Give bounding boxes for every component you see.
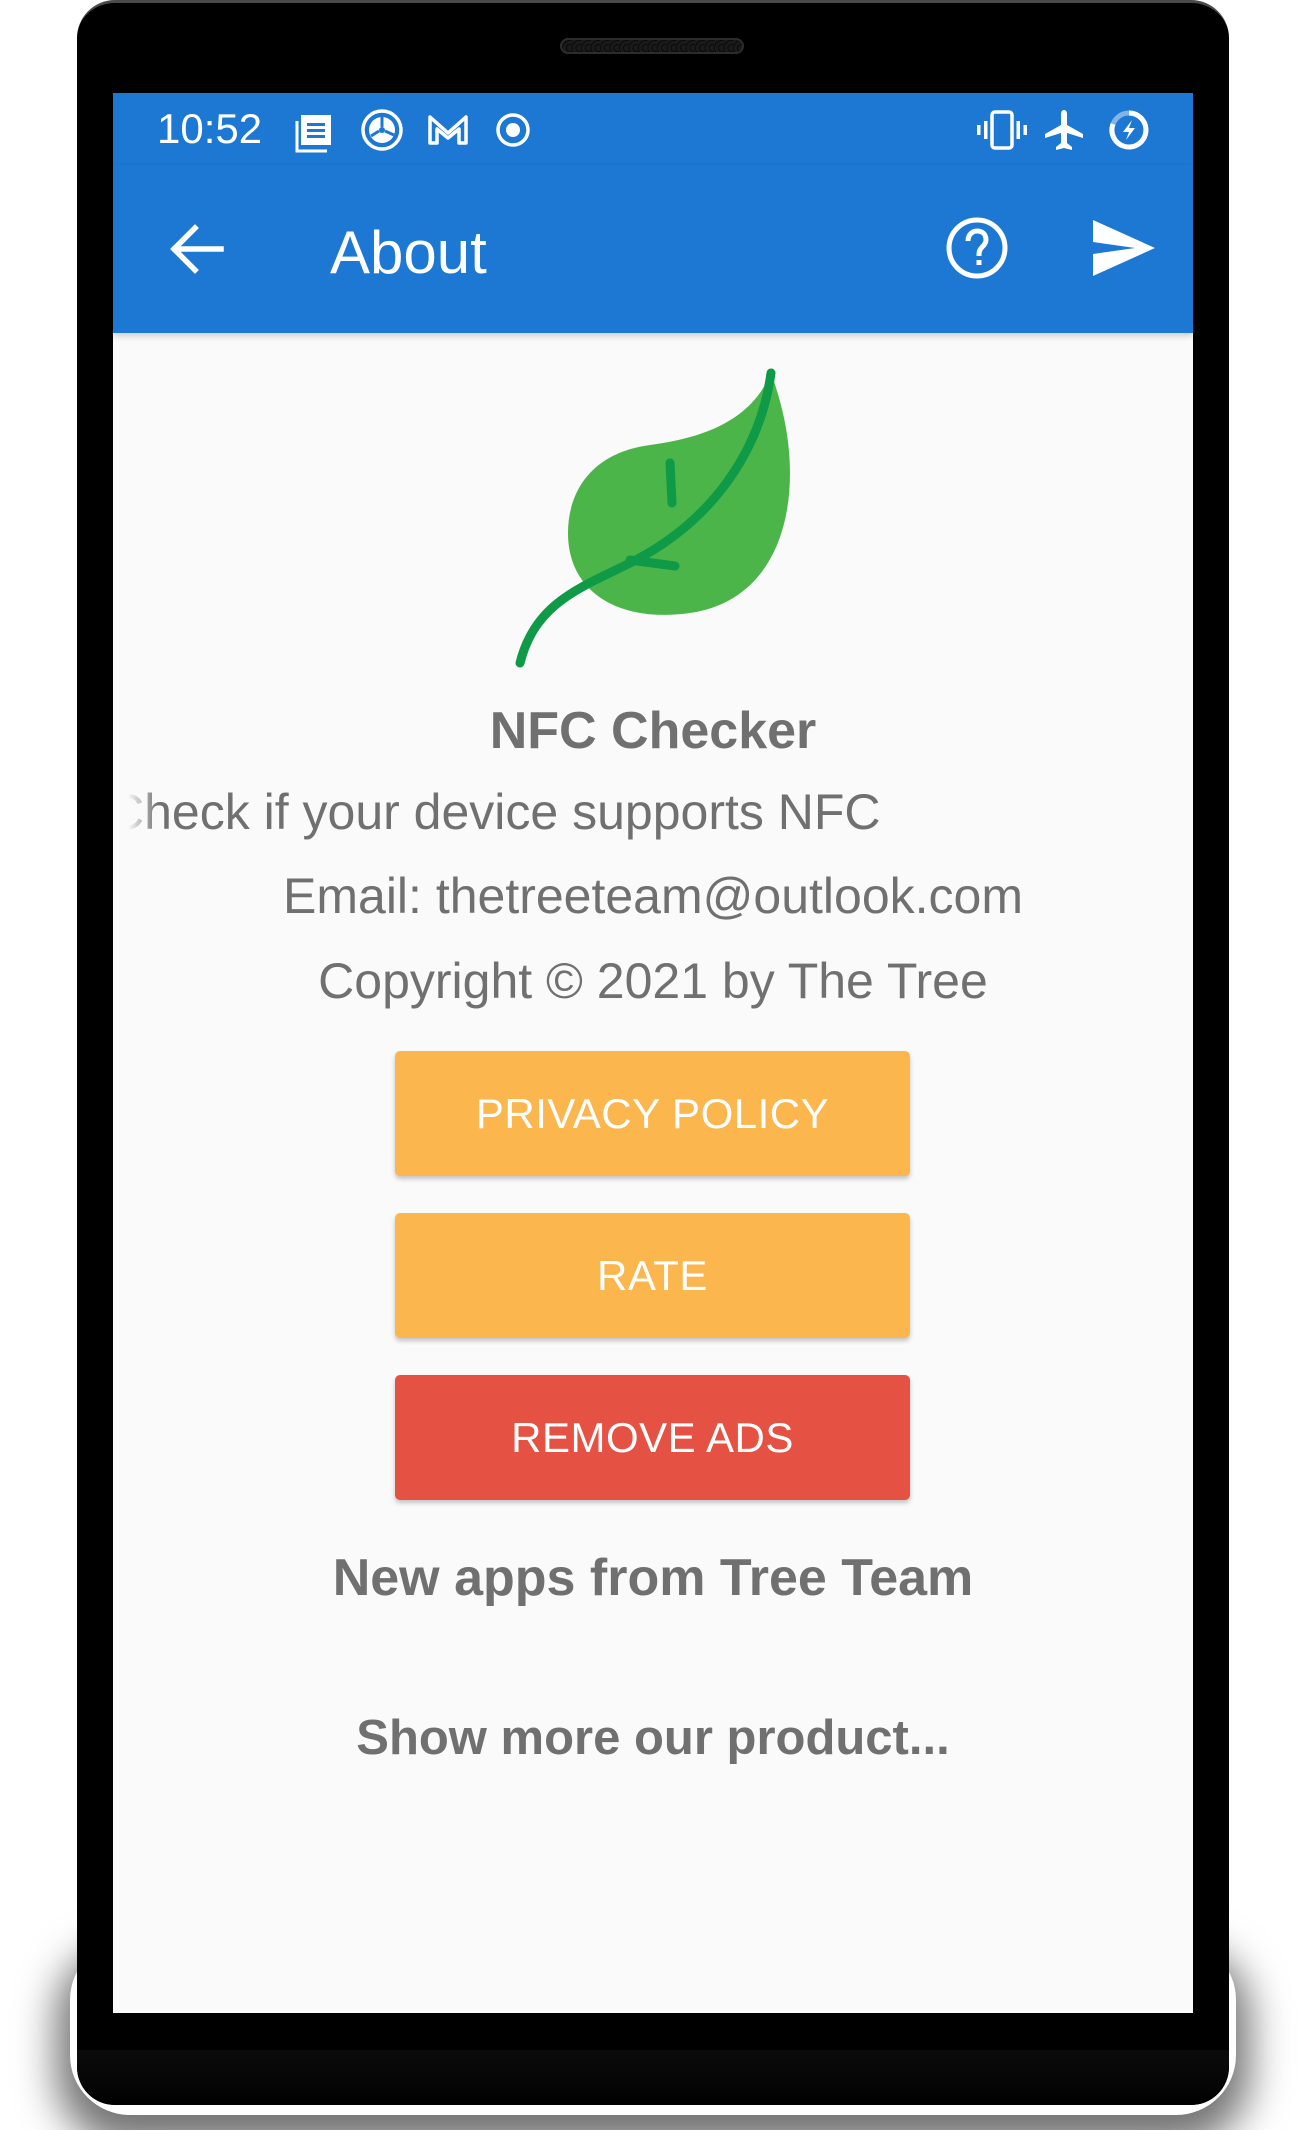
battery-charging-icon <box>1109 110 1149 150</box>
page-title: About <box>330 219 487 286</box>
send-icon <box>1093 220 1155 276</box>
arrow-left-icon <box>170 224 224 274</box>
vibrate-icon <box>977 110 1027 150</box>
send-button[interactable] <box>1085 210 1161 286</box>
more-apps-heading: New apps from Tree Team <box>332 1549 974 1607</box>
privacy-policy-button[interactable]: PRIVACY POLICY <box>395 1051 910 1176</box>
aperture-icon <box>361 109 403 151</box>
notes-icon <box>295 115 331 153</box>
record-icon <box>496 113 530 147</box>
status-bar: 10:52 <box>113 93 1193 165</box>
remove-ads-button[interactable]: REMOVE ADS <box>395 1375 910 1500</box>
help-button[interactable] <box>939 210 1015 286</box>
screen: 10:52 About NFC Checker Check if your de… <box>113 93 1193 2013</box>
gmail-icon <box>428 115 468 145</box>
contact-email[interactable]: Email: thetreeteam@outlook.com <box>113 863 1193 929</box>
tagline: Check if your device supports NFC <box>128 784 881 840</box>
back-button[interactable] <box>163 215 231 283</box>
app-name: NFC Checker <box>489 702 817 760</box>
leaf-icon <box>515 368 790 668</box>
airplane-mode-icon <box>1045 110 1083 150</box>
tagline-marquee: Check if your device supports NFC <box>128 779 1178 845</box>
copyright-text: Copyright © 2021 by The Tree <box>318 953 988 1009</box>
status-time: 10:52 <box>157 105 263 152</box>
speaker-grille <box>560 38 744 54</box>
show-more-products-link[interactable]: Show more our product... <box>113 1705 1193 1771</box>
help-icon <box>946 217 1008 279</box>
app-bar: About <box>113 165 1193 333</box>
rate-button[interactable]: RATE <box>395 1213 910 1338</box>
phone-chin <box>77 2050 1229 2105</box>
